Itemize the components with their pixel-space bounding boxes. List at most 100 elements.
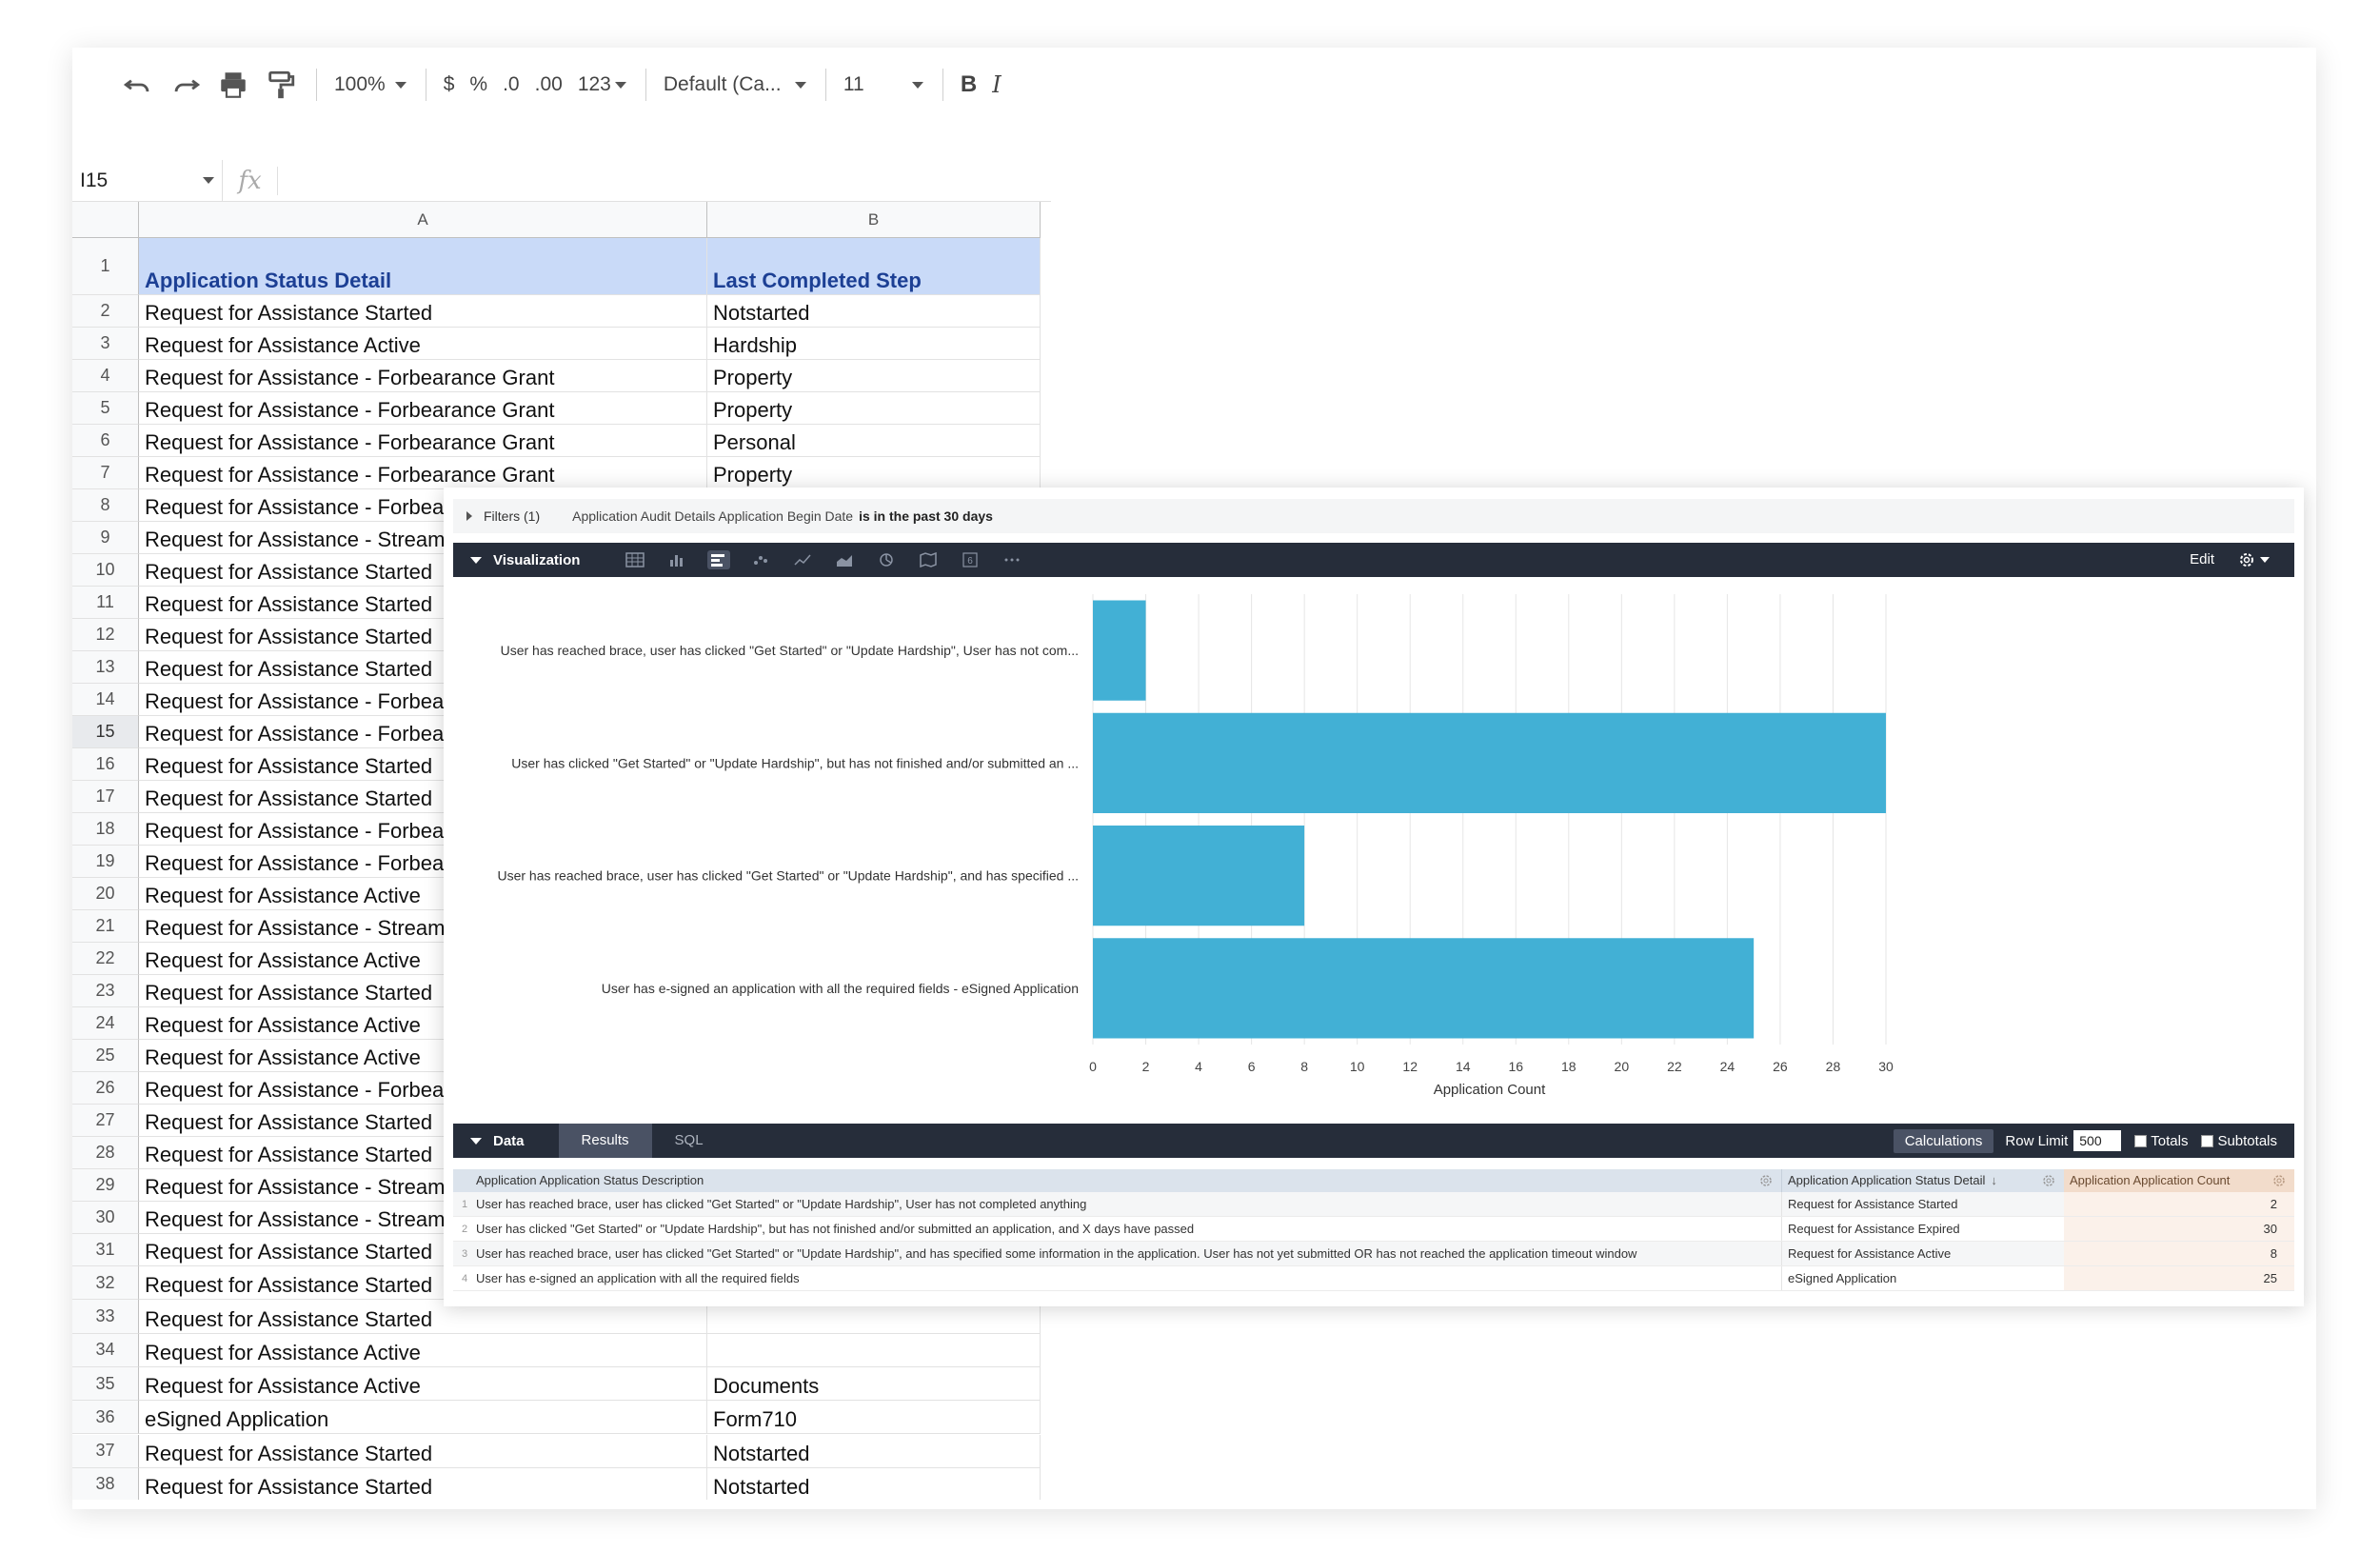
area-chart-icon[interactable]: [833, 550, 856, 569]
scatter-chart-icon[interactable]: [749, 550, 772, 569]
row-number[interactable]: 26: [72, 1072, 139, 1105]
row-number[interactable]: 10: [72, 554, 139, 587]
bar[interactable]: [1093, 938, 1755, 1039]
detail-cell[interactable]: Request for Assistance Expired: [1781, 1217, 2064, 1241]
font-size-select[interactable]: 11: [843, 66, 923, 104]
line-chart-icon[interactable]: [791, 550, 814, 569]
detail-cell[interactable]: Request for Assistance Started: [1781, 1192, 2064, 1216]
column-header-description[interactable]: Application Application Status Descripti…: [453, 1169, 1781, 1192]
subtotals-checkbox[interactable]: [2201, 1134, 2214, 1147]
row-number[interactable]: 31: [72, 1234, 139, 1266]
row-number[interactable]: 19: [72, 846, 139, 878]
row-number[interactable]: 34: [72, 1333, 139, 1367]
row-number[interactable]: 21: [72, 910, 139, 943]
description-cell[interactable]: 1 User has reached brace, user has clicke…: [453, 1192, 1781, 1216]
row-number[interactable]: 7: [72, 457, 139, 489]
row-number[interactable]: 1: [72, 238, 139, 295]
bold-button[interactable]: B: [961, 66, 977, 104]
bar[interactable]: [1093, 600, 1146, 701]
cell-a[interactable]: Request for Assistance Active: [139, 328, 707, 360]
data-title[interactable]: Data: [493, 1133, 525, 1149]
detail-cell[interactable]: eSigned Application: [1781, 1266, 2064, 1290]
filters-bar[interactable]: Filters (1) Application Audit Details Ap…: [453, 499, 2294, 533]
bar[interactable]: [1093, 712, 1886, 813]
count-cell[interactable]: 30: [2064, 1217, 2294, 1241]
count-cell[interactable]: 8: [2064, 1242, 2294, 1265]
decrease-decimal-button[interactable]: .0: [503, 66, 520, 104]
cell-a[interactable]: Request for Assistance Active: [139, 1366, 707, 1402]
cell-a[interactable]: Application Status Detail: [139, 238, 707, 295]
calculations-button[interactable]: Calculations: [1893, 1128, 1994, 1153]
select-all-corner[interactable]: [72, 202, 139, 238]
cell-a[interactable]: Request for Assistance - Forbearance Gra…: [139, 457, 707, 489]
tab-results[interactable]: Results: [558, 1124, 652, 1158]
gear-icon[interactable]: [2237, 549, 2275, 570]
row-number[interactable]: 13: [72, 651, 139, 684]
description-cell[interactable]: 3 User has reached brace, user has clicke…: [453, 1242, 1781, 1265]
row-number[interactable]: 9: [72, 522, 139, 554]
row-number[interactable]: 24: [72, 1007, 139, 1040]
count-cell[interactable]: 25: [2064, 1266, 2294, 1290]
row-number[interactable]: 33: [72, 1300, 139, 1334]
cell-b[interactable]: Last Completed Step: [707, 238, 1041, 295]
cell-a[interactable]: Request for Assistance - Forbearance Gra…: [139, 392, 707, 425]
caret-down-icon[interactable]: [470, 1137, 482, 1145]
cell-b[interactable]: Notstarted: [707, 1467, 1041, 1500]
column-header-detail[interactable]: Application Application Status Detail ↓: [1781, 1169, 2064, 1192]
row-number[interactable]: 32: [72, 1266, 139, 1301]
row-number[interactable]: 25: [72, 1040, 139, 1072]
italic-button[interactable]: I: [992, 66, 1001, 104]
row-number[interactable]: 3: [72, 328, 139, 360]
totals-checkbox[interactable]: [2134, 1134, 2148, 1147]
print-icon[interactable]: [217, 66, 249, 104]
cell-a[interactable]: Request for Assistance Active: [139, 1333, 707, 1367]
name-box[interactable]: I15: [72, 159, 223, 202]
row-number[interactable]: 29: [72, 1169, 139, 1202]
cell-b[interactable]: Property: [707, 392, 1041, 425]
row-number[interactable]: 36: [72, 1401, 139, 1435]
description-cell[interactable]: 4 User has e-signed an application with a…: [453, 1266, 1781, 1290]
totals-toggle[interactable]: Totals: [2134, 1133, 2188, 1149]
row-number[interactable]: 22: [72, 943, 139, 975]
cell-b[interactable]: Form710: [707, 1401, 1041, 1435]
row-number[interactable]: 38: [72, 1467, 139, 1500]
edit-button[interactable]: Edit: [2190, 543, 2214, 577]
cell-b[interactable]: [707, 1333, 1041, 1367]
row-number[interactable]: 5: [72, 392, 139, 425]
row-number[interactable]: 30: [72, 1202, 139, 1234]
row-number[interactable]: 2: [72, 295, 139, 328]
visualization-title[interactable]: Visualization: [493, 552, 580, 568]
cell-b[interactable]: Property: [707, 360, 1041, 392]
row-number[interactable]: 8: [72, 489, 139, 522]
redo-icon[interactable]: [169, 66, 202, 104]
currency-button[interactable]: $: [444, 66, 455, 104]
row-number[interactable]: 18: [72, 813, 139, 846]
formula-input[interactable]: [278, 160, 1051, 202]
tab-sql[interactable]: SQL: [652, 1124, 726, 1158]
percent-button[interactable]: %: [469, 66, 487, 104]
row-number[interactable]: 4: [72, 360, 139, 392]
row-number[interactable]: 6: [72, 425, 139, 457]
row-number[interactable]: 16: [72, 748, 139, 781]
cell-a[interactable]: Request for Assistance Started: [139, 1434, 707, 1468]
gear-icon[interactable]: [1758, 1173, 1774, 1188]
cell-b[interactable]: Property: [707, 457, 1041, 489]
bar[interactable]: [1093, 826, 1305, 926]
subtotals-toggle[interactable]: Subtotals: [2201, 1133, 2277, 1149]
row-number[interactable]: 27: [72, 1105, 139, 1137]
column-header-count[interactable]: Application Application Count: [2064, 1169, 2294, 1192]
caret-down-icon[interactable]: [470, 556, 482, 564]
gear-icon[interactable]: [2271, 1173, 2287, 1188]
font-select[interactable]: Default (Ca...: [664, 66, 806, 104]
column-header-a[interactable]: A: [139, 202, 707, 238]
column-chart-icon[interactable]: [665, 550, 688, 569]
row-number[interactable]: 17: [72, 781, 139, 813]
column-header-b[interactable]: B: [707, 202, 1041, 238]
row-number[interactable]: 37: [72, 1434, 139, 1468]
row-limit-input[interactable]: 500: [2073, 1130, 2122, 1151]
row-number[interactable]: 15: [72, 716, 139, 748]
single-value-icon[interactable]: 6: [959, 550, 982, 569]
paint-format-icon[interactable]: [265, 66, 297, 104]
increase-decimal-button[interactable]: .00: [535, 66, 563, 104]
cell-a[interactable]: eSigned Application: [139, 1401, 707, 1435]
